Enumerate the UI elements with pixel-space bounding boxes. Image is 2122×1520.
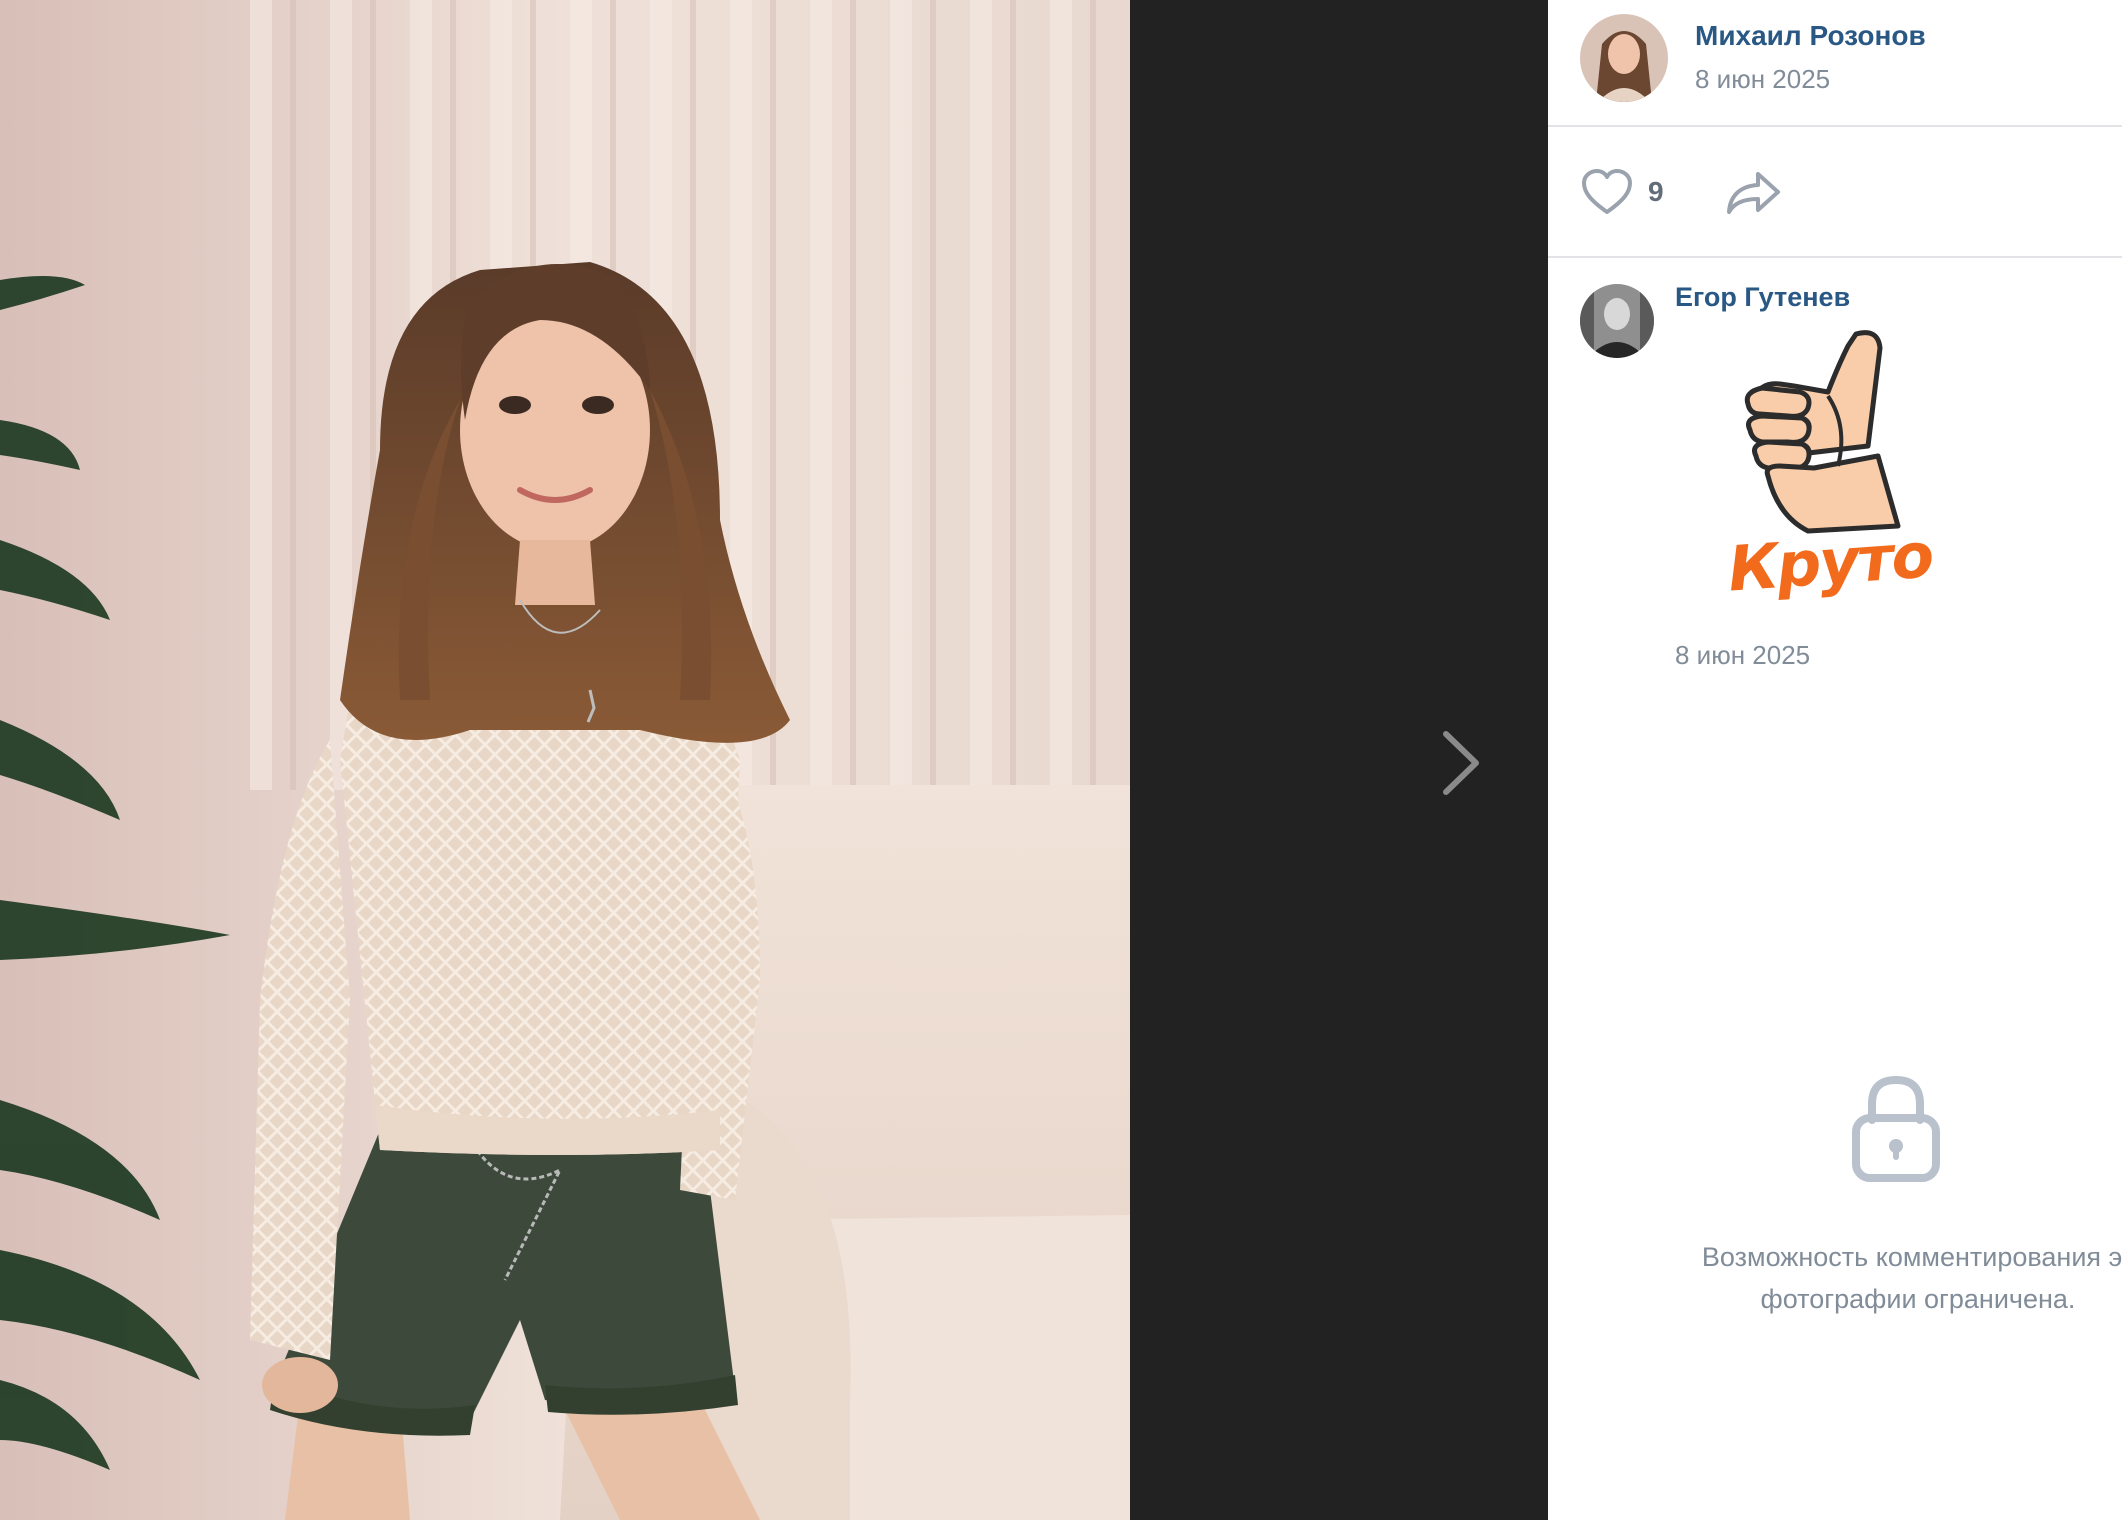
like-count: 9 xyxy=(1648,176,1664,207)
commenter-name[interactable]: Егор Гутенев xyxy=(1675,282,1850,313)
photo-side-panel: Михаил Розонов 8 июн 2025 9 Егор Гутенев xyxy=(1548,0,2122,1520)
chevron-right-icon[interactable] xyxy=(1430,728,1490,798)
comments-restricted-message: Возможность комментирования эт фотографи… xyxy=(1701,1242,2122,1314)
comment-date: 8 июн 2025 xyxy=(1675,640,1811,670)
heart-icon[interactable] xyxy=(1580,168,1634,216)
divider xyxy=(1548,125,2122,127)
thumbs-up-sticker: Круто xyxy=(1725,326,1935,626)
photo-illustration xyxy=(0,0,1130,1520)
post-date: 8 июн 2025 xyxy=(1695,64,1831,94)
author-avatar[interactable] xyxy=(1580,14,1668,102)
commenter-avatar[interactable] xyxy=(1580,284,1654,358)
share-icon[interactable] xyxy=(1724,168,1784,218)
divider xyxy=(1548,256,2122,258)
thumbs-up-icon xyxy=(1744,330,1901,534)
post-photo[interactable] xyxy=(0,0,1130,1520)
sticker-caption: Круто xyxy=(1725,518,1935,606)
author-name[interactable]: Михаил Розонов xyxy=(1695,20,1926,52)
lock-icon xyxy=(1848,1074,1944,1184)
